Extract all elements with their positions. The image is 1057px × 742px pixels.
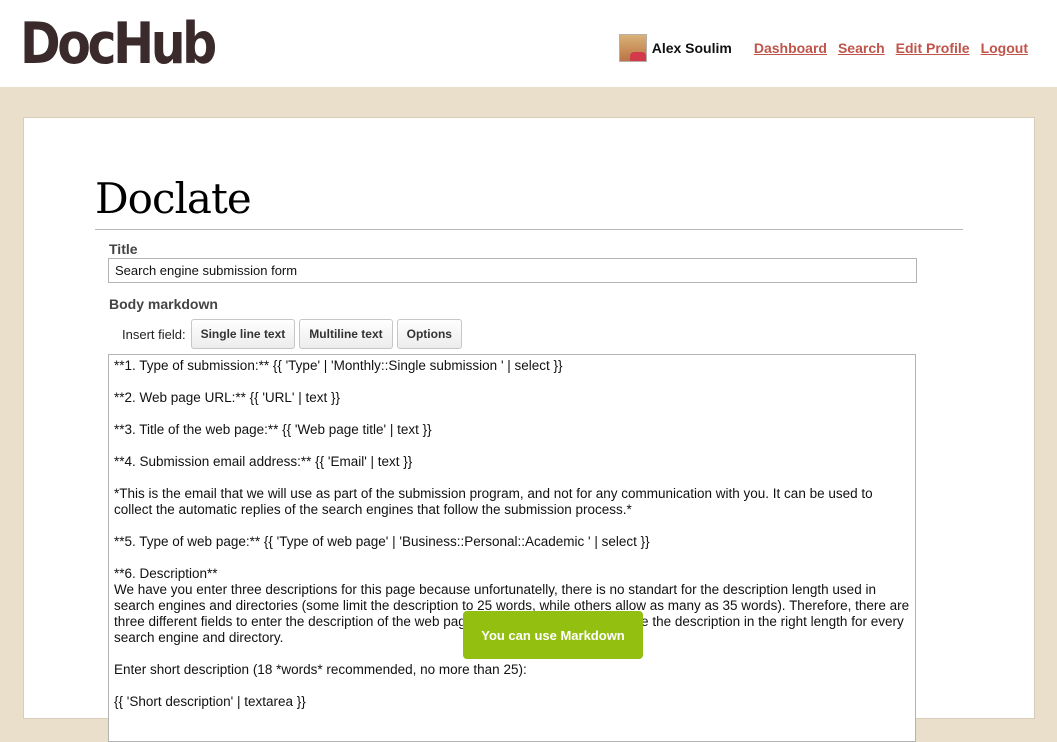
nav-search-link[interactable]: Search	[838, 40, 885, 56]
insert-field-toolbar: Insert field: Single line text Multiline…	[122, 318, 466, 350]
multiline-text-button[interactable]: Multiline text	[299, 319, 393, 349]
title-divider	[95, 229, 963, 230]
dochub-logo[interactable]: DocHub	[20, 9, 217, 79]
single-line-text-button[interactable]: Single line text	[190, 319, 296, 349]
markdown-tooltip: You can use Markdown	[463, 611, 643, 659]
nav-edit-profile-link[interactable]: Edit Profile	[896, 40, 970, 56]
options-button[interactable]: Options	[396, 319, 462, 349]
title-input[interactable]: Search engine submission form	[108, 258, 917, 283]
top-bar: DocHub Alex Soulim Dashboard Search Edit…	[0, 0, 1057, 87]
body-markdown-label: Body markdown	[109, 296, 218, 312]
nav-dashboard-link[interactable]: Dashboard	[754, 40, 827, 56]
body-line: **4. Submission email address:** {{ 'Ema…	[114, 454, 413, 469]
title-label: Title	[109, 241, 138, 257]
user-nav: Alex Soulim Dashboard Search Edit Profil…	[618, 33, 1028, 63]
body-line: **2. Web page URL:** {{ 'URL' | text }}	[114, 390, 341, 405]
nav-logout-link[interactable]: Logout	[981, 40, 1028, 56]
user-avatar	[618, 34, 647, 62]
insert-field-label: Insert field:	[122, 326, 186, 342]
user-name: Alex Soulim	[651, 40, 732, 56]
body-markdown-textarea[interactable]: **1. Type of submission:** {{ 'Type' | '…	[108, 354, 916, 742]
page-title: Doclate	[95, 174, 252, 223]
body-line: *This is the email that we will use as p…	[114, 486, 873, 517]
body-line: **3. Title of the web page:** {{ 'Web pa…	[114, 422, 432, 437]
body-line: **1. Type of submission:** {{ 'Type' | '…	[114, 358, 563, 373]
body-line: **5. Type of web page:** {{ 'Type of web…	[114, 534, 650, 549]
body-line: Enter short description (18 *words* reco…	[114, 662, 527, 677]
